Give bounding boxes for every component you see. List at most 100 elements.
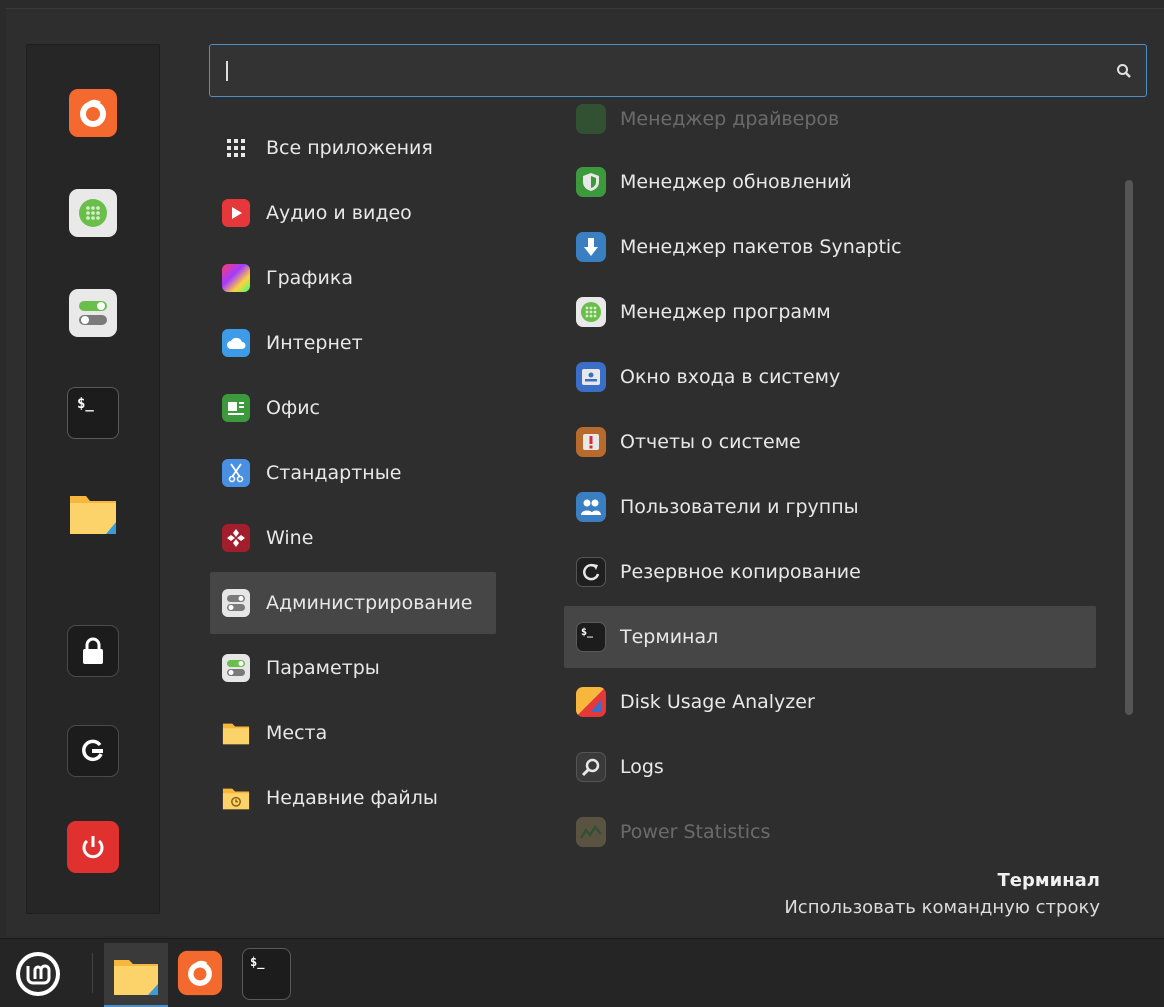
applications-scrollbar[interactable]	[1125, 180, 1133, 715]
category-label: Офис	[266, 397, 320, 419]
settings-icon	[69, 289, 117, 337]
scissors-icon	[222, 459, 250, 487]
app-label: Менеджер драйверов	[620, 108, 840, 130]
logs-icon	[576, 752, 606, 782]
search-input[interactable]	[209, 44, 1147, 97]
app-label: Менеджер пакетов Synaptic	[620, 236, 902, 258]
app-description-title: Терминал	[997, 870, 1100, 891]
admin-icon	[222, 589, 250, 617]
preferences-icon	[222, 654, 250, 682]
power-icon	[82, 836, 104, 859]
settings-favorite[interactable]	[67, 287, 119, 339]
app-label: Терминал	[620, 626, 719, 648]
app-label: Disk Usage Analyzer	[620, 691, 815, 713]
grid-icon	[222, 134, 250, 162]
category-label: Графика	[266, 267, 354, 289]
category-label: Недавние файлы	[266, 787, 438, 809]
app-label: Менеджер обновлений	[620, 171, 852, 193]
category-audio-video[interactable]: Аудио и видео	[210, 182, 496, 244]
update-manager-icon	[576, 167, 606, 197]
taskbar-separator	[92, 953, 93, 993]
category-label: Wine	[266, 527, 314, 549]
logout-icon	[82, 739, 103, 762]
taskbar-firefox[interactable]	[176, 949, 224, 997]
category-label: Стандартные	[266, 462, 402, 484]
firefox-icon	[177, 950, 223, 996]
folder-icon	[222, 719, 250, 747]
category-places[interactable]: Места	[210, 702, 496, 764]
app-label: Пользователи и группы	[620, 496, 859, 518]
category-administration[interactable]: Администрирование	[210, 572, 496, 634]
firefox-favorite[interactable]	[67, 87, 119, 139]
taskbar: $_	[0, 938, 1164, 1007]
logout-button[interactable]	[67, 725, 119, 777]
mint-logo-icon	[16, 952, 60, 996]
terminal-icon: $_	[250, 955, 265, 969]
graphics-icon	[222, 264, 250, 292]
app-driver-manager[interactable]: Менеджер драйверов	[564, 100, 1096, 150]
category-label: Все приложения	[266, 137, 433, 159]
app-label: Окно входа в систему	[620, 366, 841, 388]
category-graphics[interactable]: Графика	[210, 247, 496, 309]
synaptic-icon	[576, 232, 606, 262]
applications-list[interactable]: Менеджер драйверов Менеджер обновлений М…	[564, 100, 1104, 860]
terminal-icon: $_	[77, 396, 94, 412]
app-synaptic[interactable]: Менеджер пакетов Synaptic	[564, 216, 1096, 278]
category-office[interactable]: Офис	[210, 377, 496, 439]
category-recent-files[interactable]: Недавние файлы	[210, 767, 496, 829]
app-description: Терминал Использовать командную строку	[784, 870, 1100, 918]
files-favorite[interactable]	[67, 487, 119, 539]
app-update-manager[interactable]: Менеджер обновлений	[564, 151, 1096, 213]
cloud-icon	[222, 329, 250, 357]
category-accessories[interactable]: Стандартные	[210, 442, 496, 504]
search-icon[interactable]	[1116, 63, 1132, 79]
category-label: Параметры	[266, 657, 380, 679]
app-terminal[interactable]: $_ Терминал	[564, 606, 1096, 668]
play-icon	[222, 199, 250, 227]
app-login-window[interactable]: Окно входа в систему	[564, 346, 1096, 408]
app-logs[interactable]: Logs	[564, 736, 1096, 798]
menu-button[interactable]	[10, 946, 66, 1002]
app-label: Менеджер программ	[620, 301, 831, 323]
wine-icon	[222, 524, 250, 552]
category-wine[interactable]: Wine	[210, 507, 496, 569]
lock-screen-button[interactable]	[67, 625, 119, 677]
lock-icon	[83, 637, 103, 664]
driver-manager-icon	[576, 104, 606, 134]
favorites-sidebar: $_	[26, 44, 160, 914]
office-icon	[222, 394, 250, 422]
software-manager-icon	[69, 189, 117, 237]
app-description-text: Использовать командную строку	[784, 897, 1100, 918]
app-users-groups[interactable]: Пользователи и группы	[564, 476, 1096, 538]
taskbar-files[interactable]	[104, 943, 168, 1007]
app-label: Logs	[620, 756, 664, 778]
category-label: Администрирование	[266, 592, 473, 614]
system-reports-icon	[576, 427, 606, 457]
firefox-icon	[69, 89, 117, 137]
recent-files-icon	[222, 784, 250, 812]
app-label: Отчеты о системе	[620, 431, 801, 453]
software-manager-favorite[interactable]	[67, 187, 119, 239]
app-disk-usage-analyzer[interactable]: Disk Usage Analyzer	[564, 671, 1096, 733]
terminal-icon: $_	[576, 622, 606, 652]
folder-icon	[70, 496, 116, 534]
app-label: Резервное копирование	[620, 561, 861, 583]
app-backup[interactable]: Резервное копирование	[564, 541, 1096, 603]
app-label: Power Statistics	[620, 821, 771, 843]
login-window-icon	[576, 362, 606, 392]
category-label: Аудио и видео	[266, 202, 412, 224]
power-statistics-icon	[576, 817, 606, 847]
terminal-favorite[interactable]: $_	[67, 387, 119, 439]
taskbar-terminal[interactable]: $_	[242, 948, 291, 1000]
category-label: Интернет	[266, 332, 363, 354]
backup-icon	[576, 557, 606, 587]
category-preferences[interactable]: Параметры	[210, 637, 496, 699]
app-power-statistics[interactable]: Power Statistics	[564, 801, 1096, 860]
app-software-manager[interactable]: Менеджер программ	[564, 281, 1096, 343]
shutdown-button[interactable]	[67, 821, 119, 873]
software-manager-icon	[576, 297, 606, 327]
app-system-reports[interactable]: Отчеты о системе	[564, 411, 1096, 473]
users-groups-icon	[576, 492, 606, 522]
category-internet[interactable]: Интернет	[210, 312, 496, 374]
category-all-apps[interactable]: Все приложения	[210, 117, 496, 179]
